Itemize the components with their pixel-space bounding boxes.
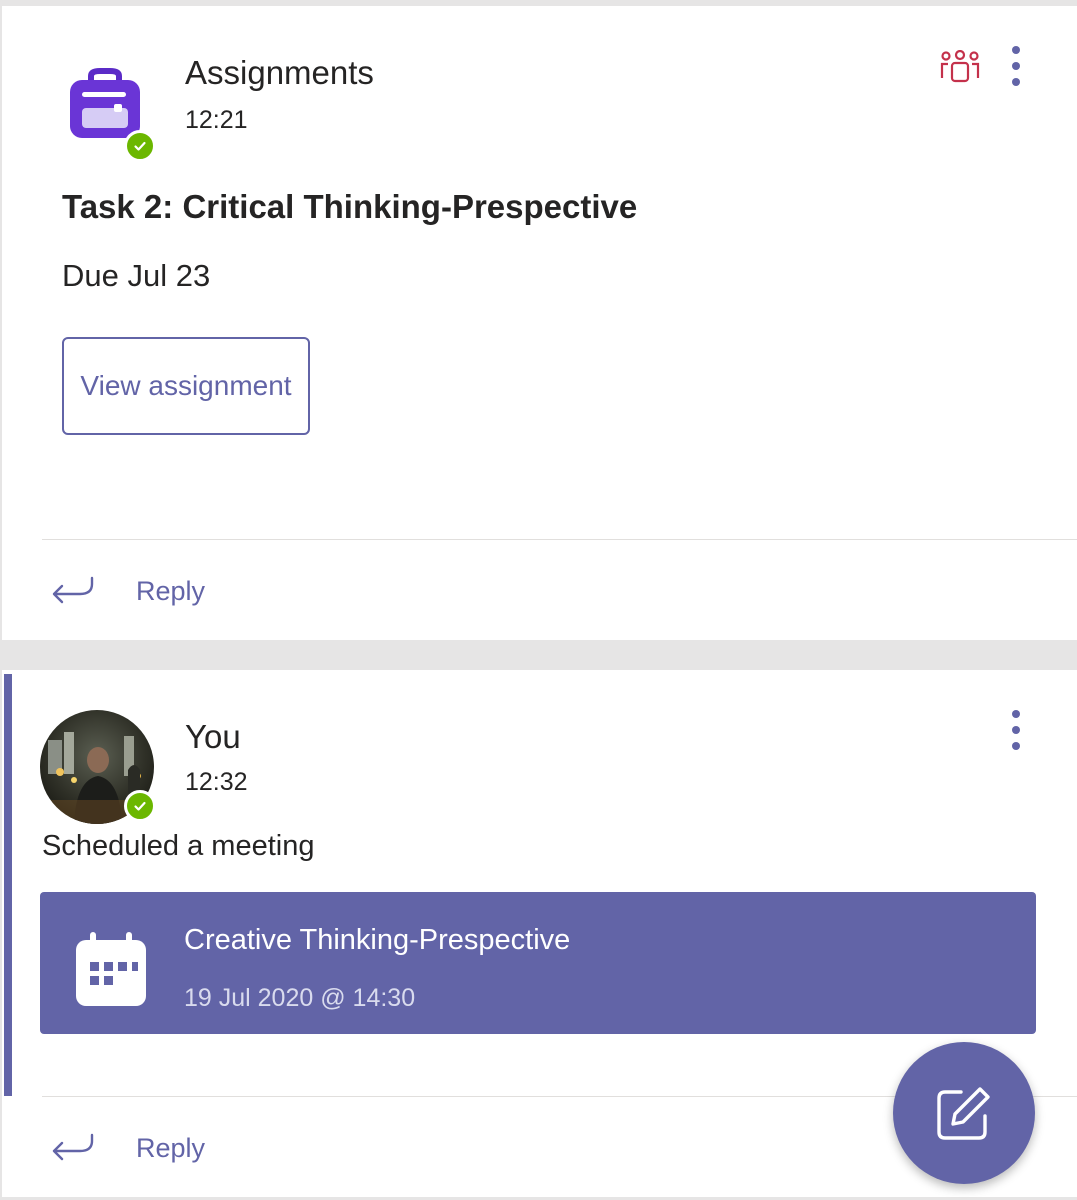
assignments-app-avatar[interactable] bbox=[60, 62, 156, 162]
assignment-post: Assignments 12:21 Task 2: Critical Think… bbox=[2, 6, 1077, 640]
own-message-accent-bar bbox=[4, 674, 12, 1096]
reply-label: Reply bbox=[136, 1132, 206, 1163]
post-timestamp: 12:21 bbox=[185, 106, 248, 134]
view-assignment-button[interactable]: View assignment bbox=[62, 337, 310, 435]
more-options-icon[interactable] bbox=[996, 36, 1036, 96]
meeting-datetime: 19 Jul 2020 @ 14:30 bbox=[184, 984, 416, 1012]
post-author: You bbox=[185, 718, 241, 755]
post-author: Assignments bbox=[185, 54, 374, 91]
post-timestamp: 12:32 bbox=[185, 768, 248, 796]
compose-button[interactable] bbox=[893, 1042, 1035, 1184]
reply-button[interactable]: Reply bbox=[50, 561, 205, 621]
message-body: Scheduled a meeting bbox=[42, 830, 315, 862]
more-options-icon[interactable] bbox=[996, 700, 1036, 760]
meeting-card[interactable]: Creative Thinking-Prespective 19 Jul 202… bbox=[40, 892, 1036, 1034]
meeting-title: Creative Thinking-Prespective bbox=[184, 924, 571, 956]
reply-arrow-icon bbox=[52, 1133, 94, 1161]
divider bbox=[42, 539, 1077, 540]
presence-available-icon bbox=[124, 790, 156, 822]
compose-icon bbox=[937, 1087, 990, 1140]
team-icon[interactable] bbox=[938, 49, 982, 84]
presence-available-icon bbox=[124, 130, 156, 162]
calendar-icon bbox=[76, 932, 146, 1006]
assignment-due-date: Due Jul 23 bbox=[62, 258, 211, 293]
reply-label: Reply bbox=[136, 575, 206, 606]
reply-arrow-icon bbox=[52, 576, 94, 604]
assignment-title: Task 2: Critical Thinking-Prespective bbox=[62, 188, 638, 225]
reply-button[interactable]: Reply bbox=[50, 1118, 205, 1178]
